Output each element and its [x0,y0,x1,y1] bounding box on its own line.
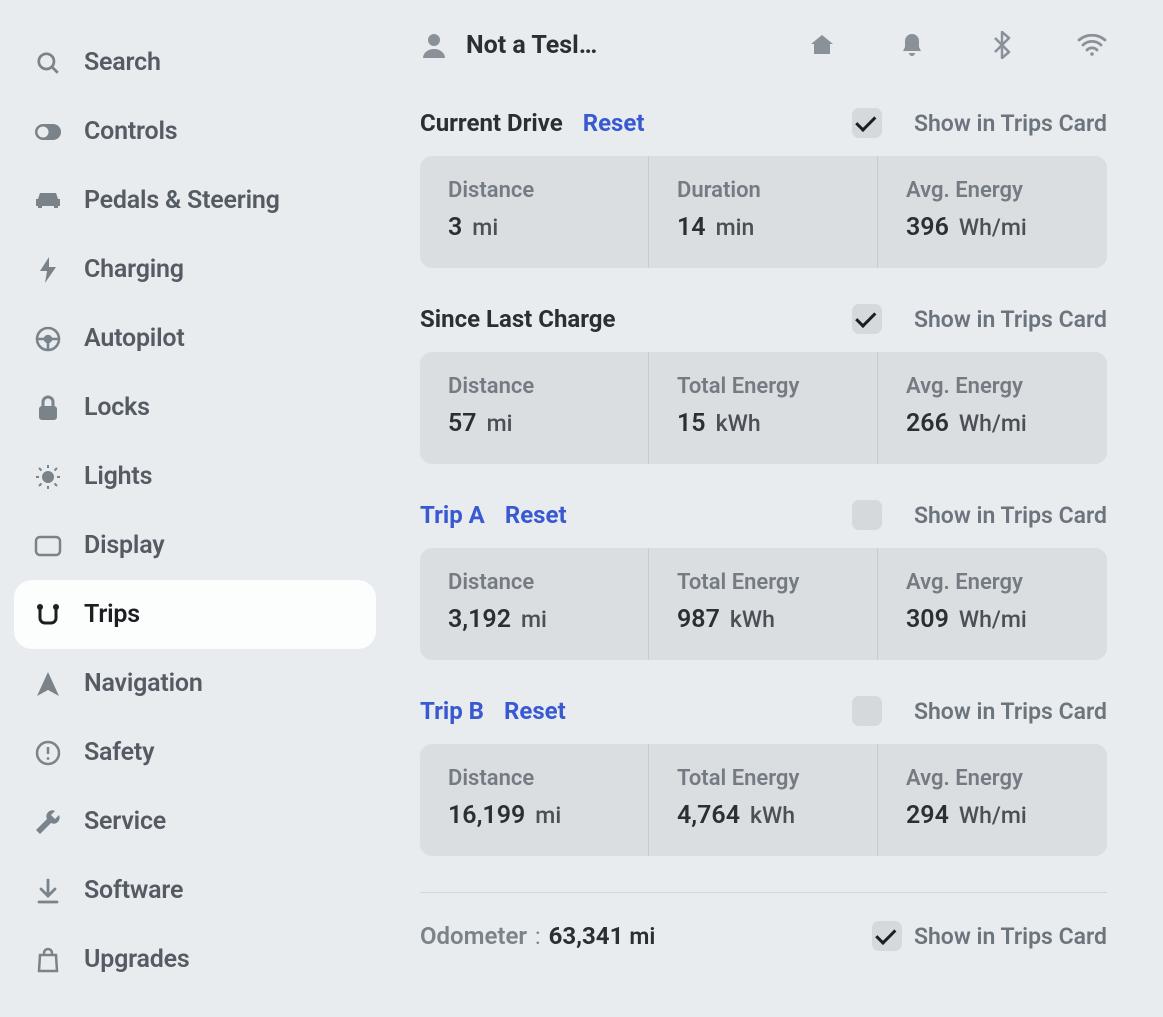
section-title-trip-b[interactable]: Trip B [420,697,484,725]
checkbox-show-since-last-charge[interactable] [852,304,882,334]
metrics-trip-a: Distance 3,192mi Total Energy 987kWh Avg… [420,548,1107,660]
reset-current-drive[interactable]: Reset [583,109,645,137]
metric-total-energy: Total Energy 15kWh [649,352,878,464]
checkbox-show-current-drive[interactable] [852,108,882,138]
search-icon [34,49,62,77]
section-title-trip-a[interactable]: Trip A [420,501,485,529]
sidebar-item-trips[interactable]: Trips [14,580,376,649]
show-label: Show in Trips Card [914,923,1107,950]
sidebar-item-label: Safety [84,738,154,767]
route-icon [34,601,62,629]
sidebar-item-label: Controls [84,117,177,146]
metric-avg-energy: Avg. Energy 309Wh/mi [878,548,1107,660]
download-icon [34,877,62,905]
homelink-icon[interactable] [807,30,837,60]
sidebar-item-search[interactable]: Search [14,28,376,97]
navigation-arrow-icon [34,670,62,698]
sidebar-item-display[interactable]: Display [14,511,376,580]
sidebar-item-navigation[interactable]: Navigation [14,649,376,718]
metrics-since-last-charge: Distance 57mi Total Energy 15kWh Avg. En… [420,352,1107,464]
sidebar-item-label: Pedals & Steering [84,186,280,215]
profile-button[interactable]: Not a Tesla App [420,31,606,60]
lightbulb-icon [34,463,62,491]
metric-distance: Distance 16,199mi [420,744,649,856]
sidebar-item-label: Charging [84,255,184,284]
sidebar-item-autopilot[interactable]: Autopilot [14,304,376,373]
section-trip-a: Trip A Reset Show in Trips Card Distance… [420,500,1107,660]
section-trip-b: Trip B Reset Show in Trips Card Distance… [420,696,1107,856]
show-label: Show in Trips Card [914,110,1107,137]
sidebar-item-label: Navigation [84,669,203,698]
toggle-icon [34,118,62,146]
metric-avg-energy: Avg. Energy 294Wh/mi [878,744,1107,856]
sidebar-item-label: Locks [84,393,150,422]
user-icon [420,31,448,59]
alert-circle-icon [34,739,62,767]
metric-distance: Distance 3,192mi [420,548,649,660]
wifi-icon[interactable] [1077,30,1107,60]
metric-total-energy: Total Energy 987kWh [649,548,878,660]
sidebar-item-controls[interactable]: Controls [14,97,376,166]
show-label: Show in Trips Card [914,698,1107,725]
sidebar-item-pedals-steering[interactable]: Pedals & Steering [14,166,376,235]
bluetooth-icon[interactable] [987,30,1017,60]
section-since-last-charge: Since Last Charge Show in Trips Card Dis… [420,304,1107,464]
profile-name: Not a Tesla App [466,31,606,60]
sidebar-item-software[interactable]: Software [14,856,376,925]
shopping-bag-icon [34,946,62,974]
show-label: Show in Trips Card [914,306,1107,333]
reset-trip-a[interactable]: Reset [505,501,567,529]
sidebar-item-label: Display [84,531,164,560]
odometer-row: Odometer : 63,341 mi Show in Trips Card [420,892,1107,951]
sidebar-item-lights[interactable]: Lights [14,442,376,511]
checkbox-show-trip-a[interactable] [852,500,882,530]
sidebar-item-label: Upgrades [84,945,189,974]
metric-distance: Distance 3mi [420,156,649,268]
sidebar-item-service[interactable]: Service [14,787,376,856]
metric-distance: Distance 57mi [420,352,649,464]
section-title: Since Last Charge [420,305,615,333]
metric-avg-energy: Avg. Energy 396Wh/mi [878,156,1107,268]
sidebar-item-label: Software [84,876,183,905]
reset-trip-b[interactable]: Reset [504,697,566,725]
section-title: Current Drive [420,109,563,137]
wrench-icon [34,808,62,836]
metric-duration: Duration 14min [649,156,878,268]
lock-icon [34,394,62,422]
car-icon [34,187,62,215]
display-icon [34,532,62,560]
sidebar-item-label: Lights [84,462,152,491]
sidebar: Search Controls Pedals & Steering Chargi… [0,0,390,1017]
sidebar-item-upgrades[interactable]: Upgrades [14,925,376,994]
sidebar-item-label: Autopilot [84,324,185,353]
metric-total-energy: Total Energy 4,764kWh [649,744,878,856]
odometer-value: 63,341 [549,922,624,950]
bolt-icon [34,256,62,284]
sidebar-item-label: Trips [84,600,140,629]
odometer-unit: mi [629,923,655,950]
metrics-current-drive: Distance 3mi Duration 14min Avg. Energy … [420,156,1107,268]
bell-icon[interactable] [897,30,927,60]
sidebar-item-label: Search [84,48,161,77]
steering-wheel-icon [34,325,62,353]
section-current-drive: Current Drive Reset Show in Trips Card D… [420,108,1107,268]
topbar: Not a Tesla App [420,30,1107,60]
sidebar-item-locks[interactable]: Locks [14,373,376,442]
main-panel: Not a Tesla App Current Drive Reset Show… [390,0,1163,1017]
checkbox-show-trip-b[interactable] [852,696,882,726]
odometer-label: Odometer [420,922,527,950]
sidebar-item-safety[interactable]: Safety [14,718,376,787]
metrics-trip-b: Distance 16,199mi Total Energy 4,764kWh … [420,744,1107,856]
sidebar-item-label: Service [84,807,166,836]
metric-avg-energy: Avg. Energy 266Wh/mi [878,352,1107,464]
checkbox-show-odometer[interactable] [872,921,902,951]
sidebar-item-charging[interactable]: Charging [14,235,376,304]
show-label: Show in Trips Card [914,502,1107,529]
